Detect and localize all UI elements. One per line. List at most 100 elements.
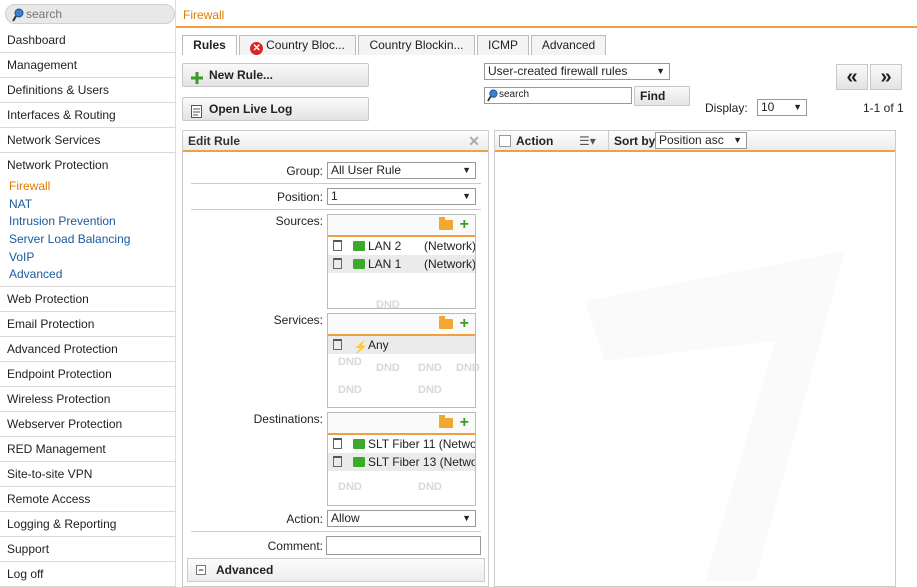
- sidebar-subitem-server-load-balancing[interactable]: Server Load Balancing: [0, 231, 176, 249]
- sidebar-item-network-services[interactable]: Network Services: [0, 128, 176, 153]
- service-icon: ⚡: [353, 340, 368, 354]
- source-item[interactable]: LAN 2 (Network): [328, 237, 475, 255]
- trash-icon[interactable]: [333, 258, 342, 269]
- prev-page-button[interactable]: «: [836, 64, 868, 90]
- trash-icon[interactable]: [333, 339, 342, 350]
- dropdown-arrow-icon: ▼: [733, 135, 742, 145]
- tab-rules[interactable]: Rules: [182, 35, 237, 55]
- comment-label: Comment:: [267, 539, 323, 553]
- page-title: Firewall: [183, 8, 225, 22]
- rule-list-panel: Action ☰▾ Sort by: Position asc ▼: [494, 130, 896, 587]
- sidebar-search[interactable]: [5, 4, 175, 24]
- sidebar-item-logging-and-reporting[interactable]: Logging & Reporting: [0, 512, 176, 538]
- watermark-logo: [585, 251, 845, 581]
- sources-box[interactable]: + LAN 2 (Network) LAN 1 (Network) DND: [327, 214, 476, 311]
- dropdown-arrow-icon: ▼: [793, 102, 802, 112]
- service-name: Any: [368, 338, 389, 352]
- tab-country-blocking[interactable]: ✕ Country Bloc...: [239, 35, 356, 55]
- tab-icmp[interactable]: ICMP: [477, 35, 529, 55]
- network-icon: [353, 241, 365, 251]
- next-icon: »: [880, 66, 892, 88]
- rule-list-header: Action ☰▾ Sort by: Position asc ▼: [495, 131, 895, 152]
- folder-icon[interactable]: [439, 415, 453, 428]
- sidebar-item-log-off[interactable]: Log off: [0, 562, 176, 587]
- add-icon[interactable]: +: [460, 315, 469, 333]
- service-item[interactable]: ⚡ Any: [328, 336, 475, 354]
- nav-group-title[interactable]: Network Protection: [0, 153, 176, 178]
- network-icon: [353, 457, 365, 467]
- sidebar-item-support[interactable]: Support: [0, 537, 176, 563]
- divider: [608, 131, 609, 150]
- group-label: Group:: [286, 164, 323, 178]
- sidebar-item-remote-access[interactable]: Remote Access: [0, 487, 176, 513]
- action-value: Allow: [331, 511, 360, 525]
- sidebar-item-web-protection[interactable]: Web Protection: [0, 287, 176, 313]
- select-all-checkbox[interactable]: [499, 135, 511, 147]
- destination-item[interactable]: SLT Fiber 11 (Network): [328, 435, 475, 453]
- sort-select[interactable]: Position asc ▼: [655, 132, 747, 149]
- sidebar-item-endpoint-protection[interactable]: Endpoint Protection: [0, 362, 176, 388]
- trash-icon[interactable]: [333, 240, 342, 251]
- sidebar-item-site-to-site-vpn[interactable]: Site-to-site VPN: [0, 462, 176, 488]
- tab-country-blocking-exceptions[interactable]: Country Blockin...: [358, 35, 475, 55]
- dnd-hint: DND: [338, 356, 362, 368]
- open-live-log-button[interactable]: Open Live Log: [182, 97, 369, 121]
- new-rule-label: New Rule...: [209, 68, 274, 82]
- next-page-button[interactable]: »: [870, 64, 902, 90]
- sidebar-subitem-firewall[interactable]: Firewall: [0, 178, 176, 196]
- new-rule-button[interactable]: New Rule...: [182, 63, 369, 87]
- sidebar-item-email-protection[interactable]: Email Protection: [0, 312, 176, 338]
- source-item[interactable]: LAN 1 (Network): [328, 255, 475, 273]
- destination-item[interactable]: SLT Fiber 13 (Network): [328, 453, 475, 471]
- sidebar-subitem-advanced[interactable]: Advanced: [0, 266, 176, 284]
- group-select[interactable]: All User Rule ▼: [327, 162, 476, 179]
- tab-label: Rules: [193, 38, 226, 52]
- divider: [191, 209, 481, 210]
- comment-field[interactable]: [326, 536, 481, 555]
- trash-icon[interactable]: [333, 456, 342, 467]
- sidebar-subitem-nat[interactable]: NAT: [0, 196, 176, 214]
- services-box[interactable]: + ⚡ Any DND DND DND DND DND DND: [327, 313, 480, 408]
- sidebar-item-dashboard[interactable]: Dashboard: [0, 28, 176, 53]
- destinations-box[interactable]: + SLT Fiber 11 (Network) SLT Fiber 13 (N…: [327, 412, 476, 506]
- trash-icon[interactable]: [333, 438, 342, 449]
- rule-search-field[interactable]: search: [484, 87, 632, 104]
- action-select[interactable]: Allow ▼: [327, 510, 476, 527]
- close-icon[interactable]: ✕: [468, 131, 480, 151]
- rule-filter-select[interactable]: User-created firewall rules ▼: [484, 63, 670, 80]
- folder-icon[interactable]: [439, 316, 453, 329]
- display-count-select[interactable]: 10 ▼: [757, 99, 807, 116]
- divider: [191, 183, 481, 184]
- find-label: Find: [640, 89, 666, 103]
- sidebar-item-advanced-protection[interactable]: Advanced Protection: [0, 337, 176, 363]
- nav-group-network-protection: Network Protection Firewall NAT Intrusion …: [0, 153, 176, 288]
- tab-label: Country Blockin...: [369, 38, 464, 52]
- sidebar-item-management[interactable]: Management: [0, 53, 176, 78]
- destinations-box-header: +: [328, 413, 475, 435]
- sidebar-subitem-intrusion-prevention[interactable]: Intrusion Prevention: [0, 213, 176, 231]
- sidebar-item-webserver-protection[interactable]: Webserver Protection: [0, 412, 176, 438]
- sidebar: DashboardManagementDefinitions & UsersIn…: [0, 0, 176, 587]
- find-button[interactable]: Find: [634, 86, 690, 106]
- sidebar-item-wireless-protection[interactable]: Wireless Protection: [0, 387, 176, 413]
- sidebar-item-interfaces-and-routing[interactable]: Interfaces & Routing: [0, 103, 176, 128]
- advanced-section-toggle[interactable]: − Advanced: [187, 558, 485, 582]
- log-icon: [191, 103, 203, 125]
- folder-icon[interactable]: [439, 217, 453, 230]
- edit-rule-title: Edit Rule: [188, 134, 241, 148]
- sort-by-label: Sort by:: [614, 134, 660, 148]
- sidebar-item-red-management[interactable]: RED Management: [0, 437, 176, 463]
- sidebar-item-definitions-and-users[interactable]: Definitions & Users: [0, 78, 176, 103]
- action-column-header[interactable]: Action: [516, 134, 553, 148]
- dnd-hint: DND: [456, 362, 480, 374]
- sidebar-search-input[interactable]: [26, 7, 166, 21]
- dropdown-arrow-icon: ▼: [656, 66, 665, 76]
- position-select[interactable]: 1 ▼: [327, 188, 476, 205]
- tab-advanced[interactable]: Advanced: [531, 35, 606, 55]
- add-icon[interactable]: +: [460, 216, 469, 234]
- open-live-log-label: Open Live Log: [209, 102, 293, 116]
- sidebar-subitem-voip[interactable]: VoIP: [0, 249, 176, 267]
- source-type: (Network): [424, 257, 475, 271]
- column-menu-icon[interactable]: ☰▾: [579, 134, 596, 148]
- add-icon[interactable]: +: [460, 414, 469, 432]
